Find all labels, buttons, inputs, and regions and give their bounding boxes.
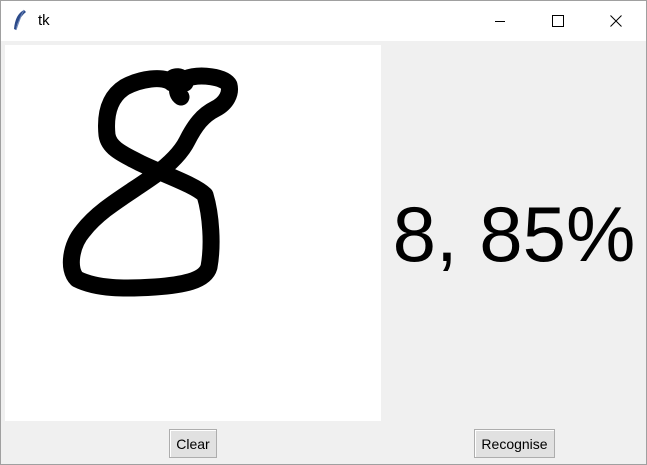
title-bar[interactable]: tk [1, 1, 646, 41]
maximize-button[interactable] [529, 1, 587, 41]
recognise-button[interactable]: Recognise [474, 429, 555, 458]
close-icon [610, 15, 622, 27]
prediction-label: 8, 85% [392, 190, 636, 278]
app-window: tk 8, 85% Clear Recognise [0, 0, 647, 465]
maximize-icon [552, 15, 564, 27]
window-title: tk [38, 12, 50, 29]
clear-button[interactable]: Clear [169, 429, 217, 458]
minimize-button[interactable] [471, 1, 529, 41]
feather-icon [14, 9, 26, 31]
minimize-icon [495, 21, 505, 22]
drawing-canvas[interactable] [5, 45, 381, 421]
handwritten-digit-stroke [62, 67, 238, 297]
close-button[interactable] [587, 1, 645, 41]
